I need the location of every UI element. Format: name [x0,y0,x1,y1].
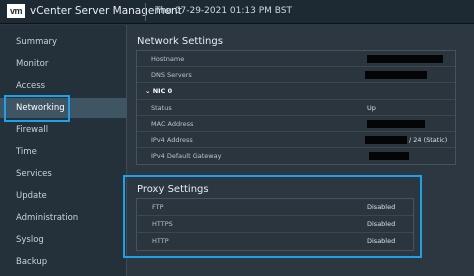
nic0-label: ⌄ NIC 0 [145,83,172,99]
ipv4-label: IPv4 Address [151,136,193,144]
status-label: Status [151,104,172,112]
dns-label: DNS Servers [151,71,192,79]
networking-highlight-box [4,95,70,122]
sidebar-item-administration[interactable]: Administration [0,208,127,228]
sidebar-item-access[interactable]: Access [0,76,127,96]
dns-value-redacted [365,71,427,79]
chevron-down-icon[interactable]: ⌄ [145,87,150,95]
sidebar-item-services[interactable]: Services [0,164,127,184]
header-datetime: Thu 07-29-2021 01:13 PM BST [155,6,293,16]
sidebar-nav: Summary Monitor Access Networking Firewa… [0,25,127,276]
hostname-label: Hostname [151,55,185,63]
header-divider [145,3,146,21]
sidebar-item-time[interactable]: Time [0,142,127,162]
mac-row: MAC Address [137,116,455,132]
network-settings-title: Network Settings [137,36,223,47]
vmware-logo: vm [7,4,25,18]
nic0-text: NIC 0 [152,87,173,95]
sidebar-item-monitor[interactable]: Monitor [0,54,127,74]
gateway-label: IPv4 Default Gateway [151,152,222,160]
mac-value-redacted [367,120,425,128]
status-row: Status Up [137,100,455,116]
gateway-row: IPv4 Default Gateway [137,148,455,164]
proxy-highlight-box [123,175,422,258]
hostname-value-redacted [367,55,443,63]
dns-row: DNS Servers [137,67,455,83]
status-value: Up [367,104,376,112]
nic0-header-row[interactable]: ⌄ NIC 0 [137,83,455,100]
mac-label: MAC Address [151,120,194,128]
sidebar-item-summary[interactable]: Summary [0,32,127,52]
top-bar: vm vCenter Server Management Thu 07-29-2… [0,0,474,24]
ipv4-row: IPv4 Address / 24 (Static) [137,132,455,148]
ipv4-suffix: / 24 (Static) [409,136,448,144]
sidebar-item-syslog[interactable]: Syslog [0,230,127,250]
gateway-value-redacted [369,152,409,160]
network-settings-table: Hostname DNS Servers ⌄ NIC 0 Status Up M… [136,50,456,165]
hostname-row: Hostname [137,51,455,67]
sidebar-item-backup[interactable]: Backup [0,252,127,272]
sidebar-item-update[interactable]: Update [0,186,127,206]
sidebar-item-firewall[interactable]: Firewall [0,120,127,140]
ipv4-value-redacted [365,136,407,144]
